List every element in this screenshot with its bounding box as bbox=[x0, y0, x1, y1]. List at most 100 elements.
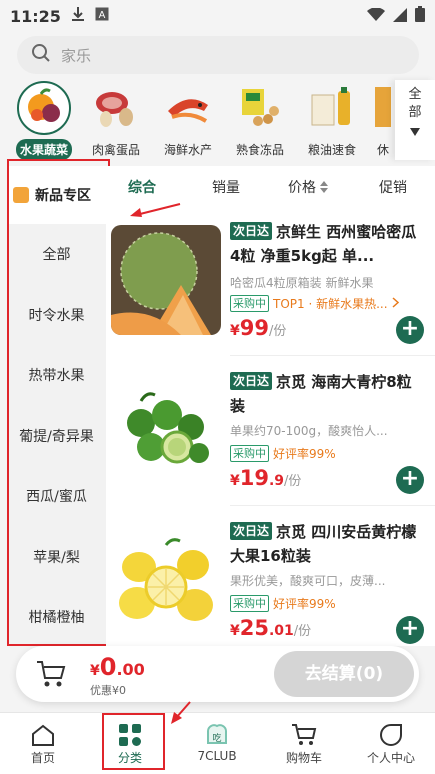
tab-bar: 首页 分类 吃 7CLUB 购物车 个人中心 bbox=[0, 712, 435, 774]
category-label: 粮油速食 bbox=[307, 143, 356, 157]
category-label: 休 bbox=[376, 143, 389, 157]
sidebar-item-seasonal[interactable]: 时令水果 bbox=[7, 285, 106, 346]
product-image-green-lime bbox=[111, 375, 221, 485]
search-input[interactable]: 家乐 bbox=[61, 45, 91, 66]
all-categories-label-2: 部 bbox=[408, 105, 422, 120]
sidebar-item-all[interactable]: 全部 bbox=[7, 224, 106, 285]
sidebar-item-apple-pear[interactable]: 苹果/梨 bbox=[7, 527, 106, 588]
product-card[interactable]: 次日达 京鲜生 西州蜜哈密瓜 4粒 净重5kg起 单... 哈密瓜4粒原箱装 新鲜… bbox=[106, 206, 435, 356]
status-bar: 11:25 A bbox=[0, 0, 435, 32]
checkout-button[interactable]: 去结算(0) bbox=[274, 651, 414, 697]
product-desc: 果形优美，酸爽可口，皮薄... bbox=[230, 574, 386, 588]
price-int: 19 bbox=[239, 466, 269, 490]
next-day-badge: 次日达 bbox=[230, 222, 273, 240]
app-screen: { "status_bar": { "time": "11:25", "down… bbox=[0, 0, 435, 774]
sort-price[interactable]: 价格 bbox=[288, 177, 329, 197]
home-icon bbox=[8, 721, 78, 749]
fruit-icon bbox=[17, 81, 71, 135]
seafood-icon bbox=[162, 81, 214, 133]
sort-promotion[interactable]: 促销 bbox=[379, 177, 407, 197]
category-snack[interactable]: 休 bbox=[368, 78, 398, 158]
tab-cart[interactable]: 购物车 bbox=[269, 721, 339, 766]
cart-discount: 优惠¥0 bbox=[90, 684, 126, 697]
sidebar-item-label: 时令水果 bbox=[28, 307, 85, 324]
frozen-food-icon bbox=[234, 81, 286, 133]
sidebar-item-grape-kiwi[interactable]: 葡提/奇异果 bbox=[7, 406, 106, 467]
price-int: 25 bbox=[239, 616, 269, 640]
product-title: 次日达 京觅 四川安岳黄柠檬大果16粒装 bbox=[230, 520, 425, 568]
tab-profile[interactable]: 个人中心 bbox=[356, 721, 426, 766]
tab-7club[interactable]: 吃 7CLUB bbox=[182, 721, 252, 763]
product-rank-row: 采购中 好评率99% bbox=[230, 445, 430, 462]
rating-text: 好评率99% bbox=[273, 447, 336, 461]
category-frozen[interactable]: 熟食冻品 bbox=[224, 78, 296, 158]
annotation-arrow-sidebar bbox=[128, 200, 182, 224]
add-to-cart-button[interactable]: + bbox=[396, 466, 424, 494]
cart-total-int: 0 bbox=[99, 653, 117, 681]
category-label: 水果蔬菜 bbox=[15, 139, 72, 160]
chevron-right-icon bbox=[392, 296, 399, 311]
product-desc: 哈密瓜4粒原箱装 新鲜水果 bbox=[230, 276, 374, 290]
category-meat[interactable]: 肉禽蛋品 bbox=[80, 78, 152, 158]
add-to-cart-button[interactable]: + bbox=[396, 616, 424, 644]
sidebar-item-label: 葡提/奇异果 bbox=[19, 428, 94, 445]
category-label: 熟食冻品 bbox=[235, 143, 284, 157]
price-unit: /份 bbox=[293, 624, 312, 639]
new-icon bbox=[13, 187, 29, 203]
tab-label: 个人中心 bbox=[366, 751, 415, 765]
tab-label: 7CLUB bbox=[197, 749, 237, 763]
tab-category[interactable]: 分类 bbox=[95, 721, 165, 766]
product-list: 次日达 京鲜生 西州蜜哈密瓜 4粒 净重5kg起 单... 哈密瓜4粒原箱装 新鲜… bbox=[106, 206, 435, 646]
cart-icon[interactable] bbox=[36, 660, 66, 692]
chevron-down-icon bbox=[395, 124, 435, 142]
category-fruit[interactable]: 水果蔬菜 bbox=[8, 78, 80, 160]
all-categories-button[interactable]: 全 部 bbox=[395, 80, 435, 160]
sidebar-item-label: 西瓜/蜜瓜 bbox=[26, 489, 87, 506]
price-unit: /份 bbox=[268, 324, 287, 339]
add-to-cart-button[interactable]: + bbox=[396, 316, 424, 344]
cart-bar: ¥0.00 优惠¥0 去结算(0) bbox=[16, 646, 419, 702]
sidebar-item-tropical[interactable]: 热带水果 bbox=[7, 345, 106, 406]
sidebar-item-new[interactable]: 新品专区 bbox=[7, 166, 106, 224]
sidebar-item-citrus[interactable]: 柑橘橙柚 bbox=[7, 587, 106, 648]
price-dec: .9 bbox=[268, 473, 285, 489]
sidebar-item-label: 全部 bbox=[42, 247, 71, 264]
sidebar-item-label: 柑橘橙柚 bbox=[28, 610, 85, 627]
product-card[interactable]: 次日达 京觅 四川安岳黄柠檬大果16粒装 果形优美，酸爽可口，皮薄... 采购中 … bbox=[106, 506, 435, 656]
buying-tag: 采购中 bbox=[230, 445, 269, 462]
product-price: ¥25.01/份 bbox=[230, 616, 312, 640]
sort-sales[interactable]: 销量 bbox=[212, 177, 240, 197]
product-price: ¥99/份 bbox=[230, 316, 287, 340]
price-int: 99 bbox=[239, 316, 269, 340]
category-seafood[interactable]: 海鲜水产 bbox=[152, 78, 224, 158]
currency-symbol: ¥ bbox=[90, 663, 100, 679]
category-icon bbox=[95, 721, 165, 749]
product-rank-row: 采购中 好评率99% bbox=[230, 595, 430, 612]
search-bar[interactable]: 家乐 bbox=[17, 36, 419, 74]
status-time: 11:25 bbox=[10, 6, 61, 26]
battery-icon bbox=[415, 6, 425, 26]
category-grain-oil[interactable]: 粮油速食 bbox=[296, 78, 368, 158]
sort-price-label: 价格 bbox=[288, 180, 316, 196]
next-day-badge: 次日达 bbox=[230, 522, 273, 540]
search-icon bbox=[31, 43, 51, 67]
tab-label: 购物车 bbox=[285, 751, 322, 765]
sort-arrows-icon bbox=[320, 181, 329, 197]
sort-comprehensive[interactable]: 综合 bbox=[128, 177, 156, 197]
wifi-icon bbox=[367, 6, 385, 26]
product-image-lemon bbox=[111, 525, 221, 635]
product-rank-row[interactable]: 采购中 TOP1 · 新鲜水果热... bbox=[230, 295, 430, 312]
cart-total: ¥0.00 bbox=[90, 653, 145, 681]
sidebar-item-melon[interactable]: 西瓜/蜜瓜 bbox=[7, 466, 106, 527]
all-categories-label-1: 全 bbox=[408, 87, 422, 102]
product-title: 次日达 京觅 海南大青柠8粒装 bbox=[230, 370, 425, 418]
product-title: 次日达 京鲜生 西州蜜哈密瓜 4粒 净重5kg起 单... bbox=[230, 220, 425, 268]
meat-icon bbox=[90, 81, 142, 133]
rank-text: TOP1 · 新鲜水果热... bbox=[273, 297, 388, 311]
sidebar-item-label: 热带水果 bbox=[28, 368, 85, 385]
tab-home[interactable]: 首页 bbox=[8, 721, 78, 766]
product-card[interactable]: 次日达 京觅 海南大青柠8粒装 单果约70-100g，酸爽怡人... 采购中 好评… bbox=[106, 356, 435, 506]
tab-label: 分类 bbox=[117, 751, 142, 765]
tab-label: 首页 bbox=[30, 751, 55, 765]
cart-icon bbox=[269, 721, 339, 749]
